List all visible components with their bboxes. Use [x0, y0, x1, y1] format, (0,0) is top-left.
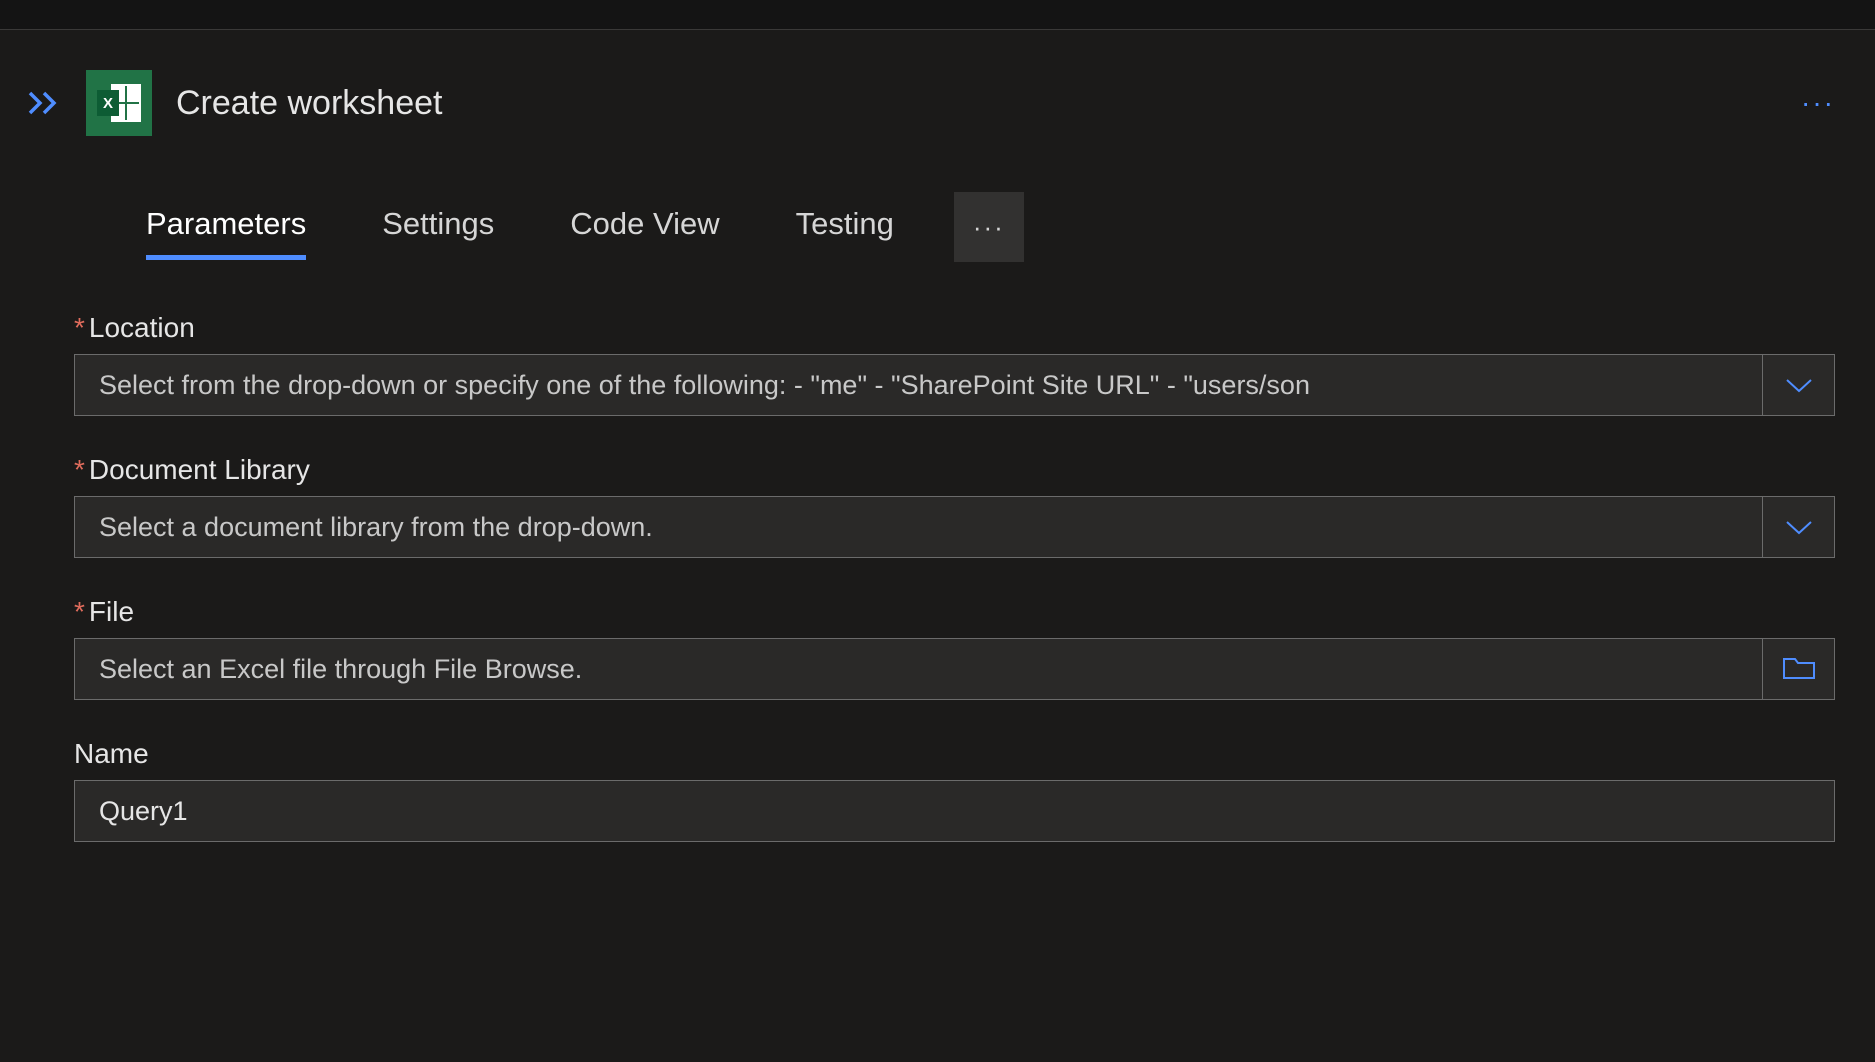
field-name: Name [74, 738, 1835, 842]
location-combobox [74, 354, 1835, 416]
action-panel: X Create worksheet ··· Parameters Settin… [0, 30, 1875, 842]
file-browse-button[interactable] [1762, 639, 1834, 699]
location-dropdown-button[interactable] [1762, 355, 1834, 415]
action-title: Create worksheet [176, 84, 1769, 123]
more-actions-button[interactable]: ··· [1793, 87, 1843, 119]
file-picker [74, 638, 1835, 700]
tab-settings[interactable]: Settings [344, 194, 532, 260]
file-label: *File [74, 596, 1835, 628]
document-library-label: *Document Library [74, 454, 1835, 486]
required-indicator: * [74, 312, 85, 343]
name-label: Name [74, 738, 1835, 770]
file-label-text: File [89, 596, 134, 627]
field-location: *Location [74, 312, 1835, 416]
window-top-bar [0, 0, 1875, 30]
location-label-text: Location [89, 312, 195, 343]
document-library-combobox [74, 496, 1835, 558]
document-library-dropdown-button[interactable] [1762, 497, 1834, 557]
location-input[interactable] [75, 355, 1762, 415]
parameters-form: *Location *Document Library [26, 312, 1843, 842]
field-file: *File [74, 596, 1835, 700]
document-library-input[interactable] [75, 497, 1762, 557]
field-document-library: *Document Library [74, 454, 1835, 558]
required-indicator: * [74, 454, 85, 485]
required-indicator: * [74, 596, 85, 627]
tab-bar: Parameters Settings Code View Testing ··… [26, 192, 1843, 262]
excel-icon: X [86, 70, 152, 136]
tab-testing[interactable]: Testing [758, 194, 932, 260]
expand-panel-button[interactable] [26, 89, 62, 117]
document-library-label-text: Document Library [89, 454, 310, 485]
tab-overflow-button[interactable]: ··· [954, 192, 1024, 262]
file-input[interactable] [75, 639, 1762, 699]
tab-parameters[interactable]: Parameters [108, 194, 344, 260]
folder-icon [1782, 656, 1816, 682]
action-header: X Create worksheet ··· [26, 70, 1843, 136]
name-input-wrap [74, 780, 1835, 842]
name-input[interactable] [75, 781, 1834, 841]
chevron-down-icon [1784, 376, 1814, 394]
location-label: *Location [74, 312, 1835, 344]
tab-codeview[interactable]: Code View [532, 194, 757, 260]
chevron-down-icon [1784, 518, 1814, 536]
